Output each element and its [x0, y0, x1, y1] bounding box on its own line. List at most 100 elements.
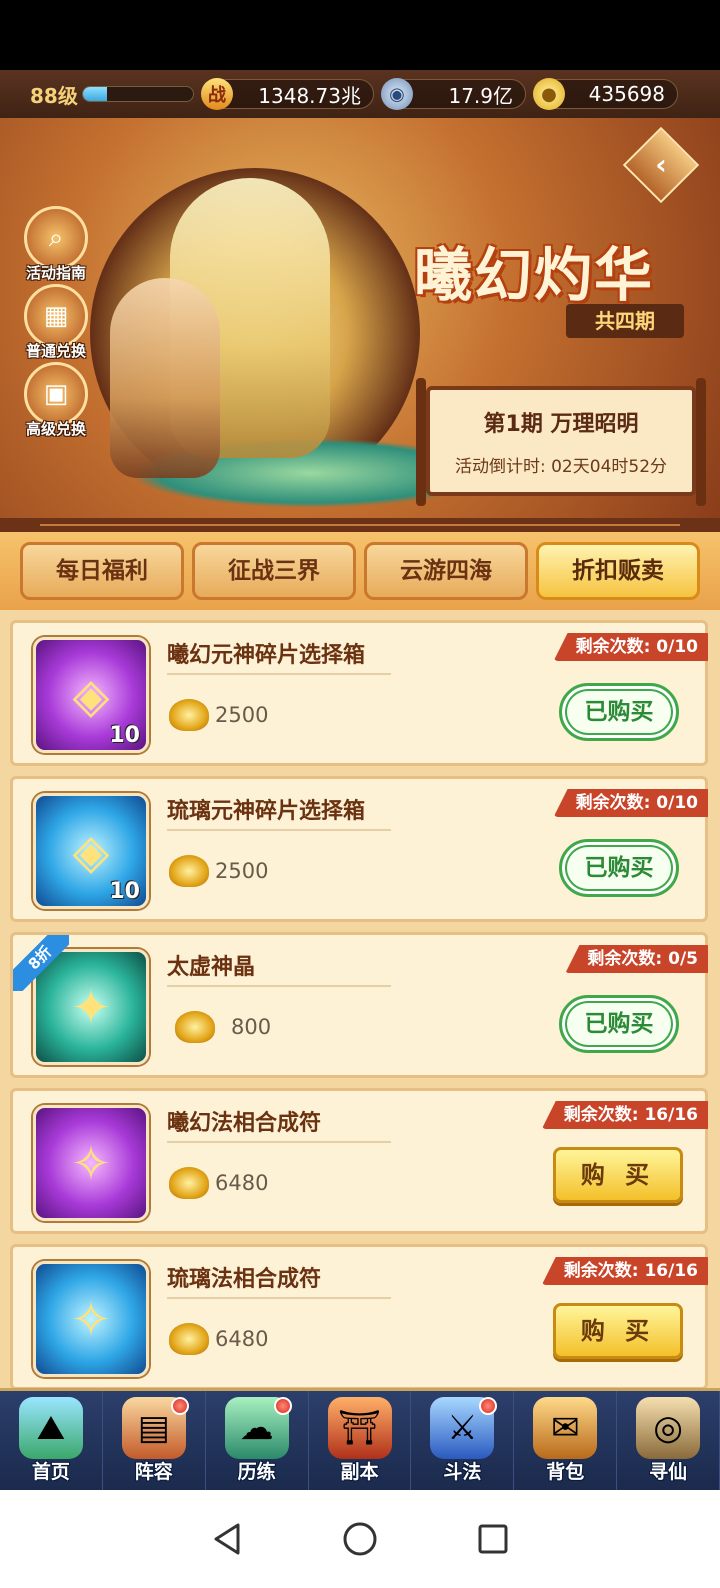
buy-button[interactable]: 购 买 — [553, 1147, 683, 1203]
item-name: 琉璃法相合成符 — [167, 1267, 322, 1292]
nav-label: 阵容 — [134, 1461, 173, 1483]
ingot-icon — [169, 699, 209, 731]
item-price: 6480 — [215, 1327, 269, 1351]
divider — [167, 1297, 391, 1299]
period-title: 第1期 万理昭明 — [483, 412, 639, 437]
shop-list[interactable]: ◈ 10 曦幻元神碎片选择箱 2500 剩余次数: 0/10 已购买 ◈ 10 … — [0, 610, 720, 1388]
item-name: 曦幻元神碎片选择箱 — [167, 643, 366, 668]
item-price: 2500 — [215, 703, 269, 727]
power-value: 1348.73兆 — [258, 83, 361, 108]
ingot-display[interactable]: ● 435698 — [533, 78, 678, 110]
shop-item: ✦ 8折 太虚神晶 800 剩余次数: 0/5 已购买 — [10, 932, 708, 1078]
magnifier-icon: ⌕ — [24, 206, 88, 270]
nav-label: 寻仙 — [649, 1461, 688, 1483]
item-count: 10 — [109, 879, 140, 904]
notification-dot — [479, 1397, 498, 1415]
ingot-icon: ● — [533, 78, 565, 110]
player-level: 88级 — [30, 83, 78, 108]
remaining-count: 剩余次数: 0/10 — [553, 633, 708, 661]
system-navigation-bar — [0, 1490, 720, 1588]
banner-divider — [0, 518, 720, 532]
nav-train[interactable]: ☁ 历练 — [206, 1391, 309, 1490]
ingot-value: 435698 — [588, 82, 665, 106]
coin-icon: ◉ — [381, 78, 413, 110]
item-name: 琉璃元神碎片选择箱 — [167, 799, 366, 824]
nav-dungeon[interactable]: ⛩ 副本 — [309, 1391, 412, 1490]
ingot-icon — [169, 1167, 209, 1199]
discount-badge: 8折 — [13, 935, 69, 991]
bottom-navigation: ⛰ 首页 ▤ 阵容 ☁ 历练 ⛩ 副本 ⚔ 斗法 ✉ 背包 ◎ 寻仙 — [0, 1388, 720, 1490]
nav-team[interactable]: ▤ 阵容 — [103, 1391, 206, 1490]
item-count: 10 — [109, 723, 140, 748]
home-icon: ⛰ — [18, 1397, 83, 1459]
tab-discount-sale[interactable]: 折扣贩卖 — [536, 542, 700, 600]
shop-item: ✧ 曦幻法相合成符 6480 剩余次数: 16/16 购 买 — [10, 1088, 708, 1234]
normal-exchange-button[interactable]: ▦ 普通兑换 — [18, 284, 94, 361]
item-thumbnail[interactable]: ✧ — [33, 1261, 149, 1377]
chest-icon: ◈ — [72, 668, 110, 724]
triangle-back-icon — [214, 1523, 240, 1555]
shop-item: ◈ 10 曦幻元神碎片选择箱 2500 剩余次数: 0/10 已购买 — [10, 620, 708, 766]
recents-key[interactable] — [473, 1519, 513, 1559]
premium-exchange-label: 高级兑换 — [25, 420, 86, 438]
shop-item: ◈ 10 琉璃元神碎片选择箱 2500 剩余次数: 0/10 已购买 — [10, 776, 708, 922]
banner-character-right — [110, 278, 220, 478]
talisman-icon: ✧ — [70, 1292, 112, 1348]
tab-travel-four-seas[interactable]: 云游四海 — [364, 542, 528, 600]
ingot-icon — [169, 855, 209, 887]
item-thumbnail[interactable]: ✧ — [33, 1105, 149, 1221]
home-key[interactable] — [340, 1519, 380, 1559]
ingot-icon — [169, 1323, 209, 1355]
item-name: 太虚神晶 — [167, 955, 256, 980]
circle-home-icon — [343, 1522, 377, 1556]
gift-icon: ▣ — [24, 362, 88, 426]
battle-power-icon: 战 — [201, 78, 233, 110]
activity-guide-label: 活动指南 — [25, 264, 86, 282]
item-thumbnail[interactable]: ◈ 10 — [33, 637, 149, 753]
remaining-count: 剩余次数: 16/16 — [541, 1101, 708, 1129]
event-subtitle: 共四期 — [566, 304, 684, 338]
remaining-count: 剩余次数: 0/10 — [553, 789, 708, 817]
buy-button[interactable]: 购 买 — [553, 1303, 683, 1359]
normal-exchange-label: 普通兑换 — [25, 342, 86, 360]
nav-label: 背包 — [546, 1461, 585, 1483]
nav-seek[interactable]: ◎ 寻仙 — [617, 1391, 720, 1490]
seek-icon: ◎ — [636, 1397, 701, 1459]
activity-guide-button[interactable]: ⌕ 活动指南 — [18, 206, 94, 283]
back-arrow-icon: ‹ — [655, 148, 667, 181]
event-title: 曦幻灼华 — [414, 241, 655, 309]
purchased-button[interactable]: 已购买 — [559, 683, 679, 741]
xp-bar-fill — [83, 87, 108, 101]
tab-bar: 每日福利 征战三界 云游四海 折扣贩卖 — [0, 532, 720, 610]
divider — [167, 829, 391, 831]
notification-dot — [170, 1397, 189, 1415]
coin-display[interactable]: ◉ 17.9亿 — [381, 78, 526, 110]
coin-value: 17.9亿 — [448, 83, 513, 108]
nav-label: 首页 — [31, 1461, 70, 1483]
item-name: 曦幻法相合成符 — [167, 1111, 322, 1136]
back-key[interactable] — [207, 1519, 247, 1559]
notification-dot — [273, 1397, 292, 1415]
period-board: 第1期 万理昭明 活动倒计时: 02天04时52分 — [416, 378, 706, 506]
purchased-button[interactable]: 已购买 — [559, 995, 679, 1053]
item-thumbnail[interactable]: ◈ 10 — [33, 793, 149, 909]
resource-bar: 88级 战 1348.73兆 ◉ 17.9亿 ● 435698 — [0, 70, 720, 118]
divider — [167, 673, 391, 675]
nav-label: 历练 — [237, 1461, 276, 1483]
divider — [167, 985, 391, 987]
item-price: 800 — [231, 1015, 272, 1039]
remaining-count: 剩余次数: 0/5 — [565, 945, 708, 973]
nav-fight[interactable]: ⚔ 斗法 — [411, 1391, 515, 1490]
item-price: 6480 — [215, 1171, 269, 1195]
tab-conquer-three-realms[interactable]: 征战三界 — [192, 542, 356, 600]
nav-bag[interactable]: ✉ 背包 — [514, 1391, 618, 1490]
nav-home[interactable]: ⛰ 首页 — [0, 1391, 103, 1490]
remaining-count: 剩余次数: 16/16 — [541, 1257, 708, 1285]
talisman-icon: ✧ — [70, 1136, 112, 1192]
xp-bar — [82, 86, 194, 102]
ingot-icon — [175, 1011, 215, 1043]
back-button[interactable]: ‹ — [622, 126, 700, 204]
purchased-button[interactable]: 已购买 — [559, 839, 679, 897]
tab-daily-welfare[interactable]: 每日福利 — [20, 542, 184, 600]
premium-exchange-button[interactable]: ▣ 高级兑换 — [18, 362, 94, 439]
